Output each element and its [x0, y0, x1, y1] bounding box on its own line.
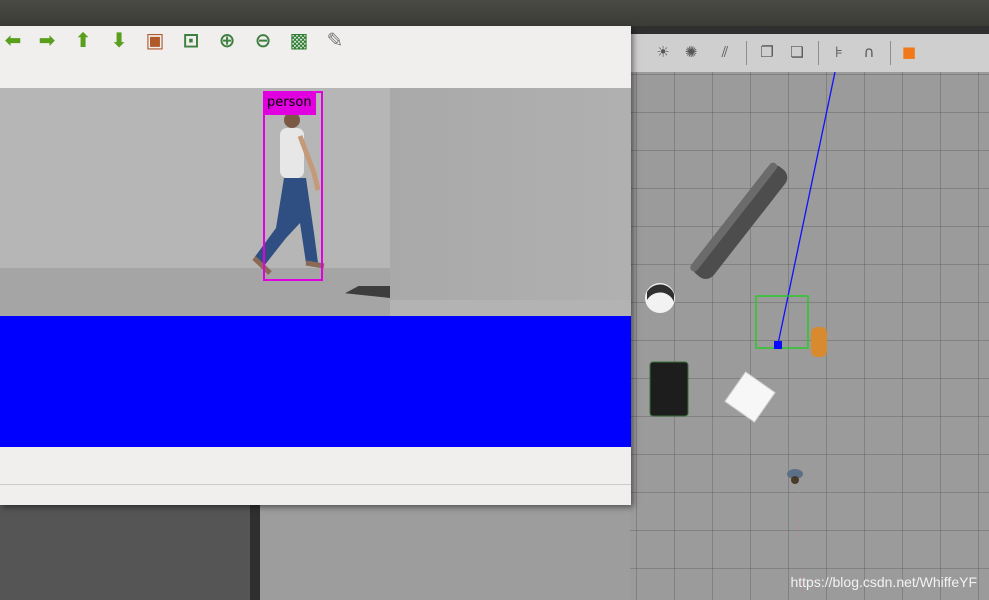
- detection-label: person: [263, 91, 316, 115]
- zoom-fit-icon[interactable]: ⊡: [178, 28, 204, 52]
- camera-image[interactable]: person: [0, 88, 631, 447]
- gazebo-scene-fragment: [260, 500, 630, 600]
- image-view-toolbar: ⬅ ➡ ⬆ ⬇ ▣ ⊡ ⊕ ⊖ ▩ ✎: [0, 26, 631, 66]
- forward-arrow-icon[interactable]: ➡: [34, 28, 60, 52]
- white-box-model[interactable]: [724, 371, 776, 423]
- sun-light-icon[interactable]: ☀: [652, 41, 674, 63]
- gazebo-3d-scene[interactable]: [630, 72, 989, 600]
- directional-light-icon[interactable]: ⫽: [714, 41, 736, 63]
- status-bar: [0, 484, 631, 505]
- camera-ray-line: [777, 72, 836, 345]
- clear-icon[interactable]: ✎: [322, 28, 348, 52]
- wall-right: [390, 88, 631, 300]
- gazebo-toolbar: ☀ ✺ ⫽ ❐ ❏ ⊧ ∩ ■: [630, 34, 989, 73]
- camera-sensor: [774, 341, 782, 349]
- box-dark-model[interactable]: [649, 361, 689, 417]
- magnet-icon[interactable]: ∩: [858, 41, 880, 63]
- zoom-in-icon[interactable]: ⊕: [214, 28, 240, 52]
- gazebo-side-panel: [0, 500, 250, 600]
- toolbar-separator: [746, 41, 747, 65]
- blue-ground-plane: [0, 316, 631, 447]
- toolbar-separator: [890, 41, 891, 65]
- up-arrow-icon[interactable]: ⬆: [70, 28, 96, 52]
- toolbar-separator: [818, 41, 819, 65]
- image-view-window: ⬅ ➡ ⬆ ⬇ ▣ ⊡ ⊕ ⊖ ▩ ✎ person: [0, 26, 631, 505]
- paste-icon[interactable]: ❏: [786, 41, 808, 63]
- down-arrow-icon[interactable]: ⬇: [106, 28, 132, 52]
- top-bar: [0, 0, 989, 27]
- save-icon[interactable]: ▩: [286, 28, 312, 52]
- view-cube-icon[interactable]: ■: [898, 41, 920, 63]
- watermark-text: https://blog.csdn.net/WhiffeYF: [790, 574, 977, 590]
- zoom-out-icon[interactable]: ⊖: [250, 28, 276, 52]
- detection-bounding-box: [263, 91, 323, 281]
- align-icon[interactable]: ⊧: [828, 41, 850, 63]
- scene-objects: [645, 72, 836, 600]
- back-arrow-icon[interactable]: ⬅: [0, 28, 26, 52]
- copy-icon[interactable]: ❐: [756, 41, 778, 63]
- can-model[interactable]: [811, 327, 827, 357]
- point-light-icon[interactable]: ✺: [680, 41, 702, 63]
- image-icon[interactable]: ▣: [142, 28, 168, 52]
- cylinder-model[interactable]: [689, 161, 792, 283]
- actor-model[interactable]: [787, 469, 803, 484]
